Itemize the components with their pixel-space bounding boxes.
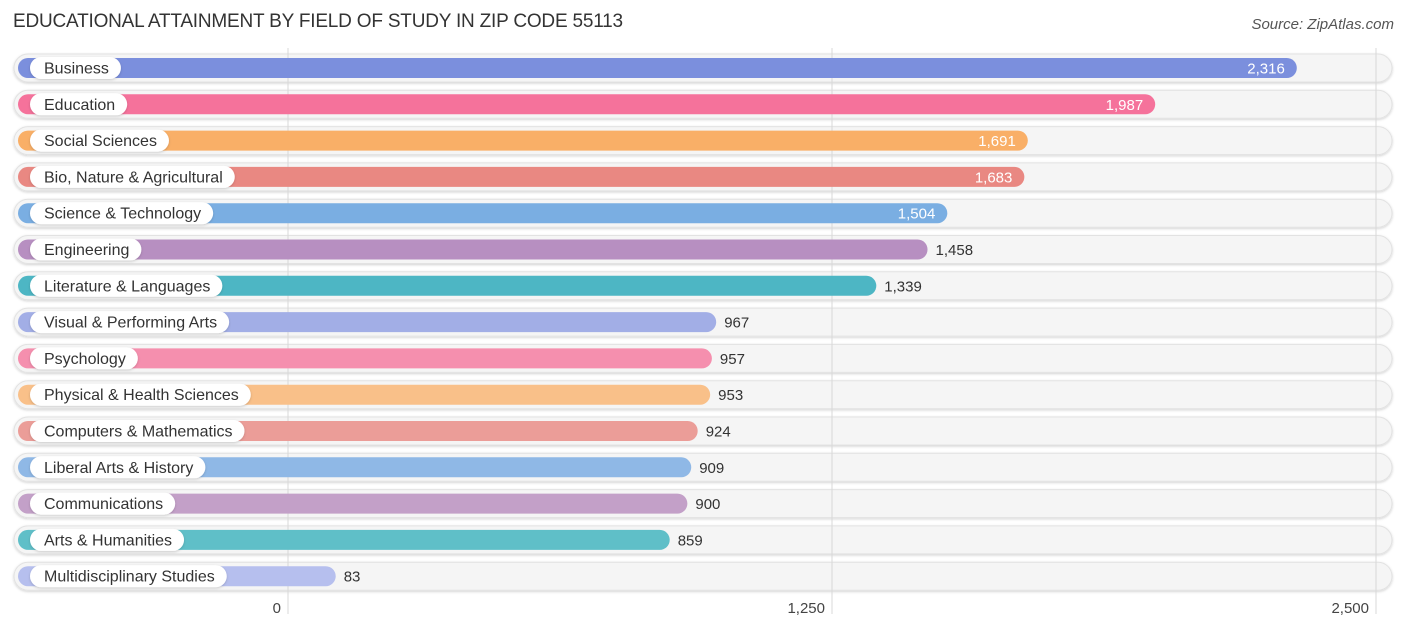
value-label: 957 (720, 351, 745, 368)
value-label: 1,987 (1106, 97, 1144, 114)
value-label: 1,683 (975, 169, 1013, 186)
x-tick-label: 1,250 (787, 600, 825, 617)
bar-row: Arts & Humanities 859 (18, 528, 703, 551)
value-label: 900 (695, 496, 720, 513)
value-label: 83 (344, 569, 361, 586)
category-label: Communications (44, 496, 163, 513)
bar-row: Business 2,316 (18, 57, 1297, 79)
value-label: 924 (706, 424, 731, 441)
category-label: Computers & Mathematics (44, 424, 233, 441)
bar-chart: Business 2,316 Education 1,987 Social Scienc… (13, 48, 1393, 617)
category-label: Multidisciplinary Studies (44, 569, 215, 586)
x-tick-label: 0 (273, 600, 281, 617)
category-label: Education (44, 97, 115, 114)
category-label: Social Sciences (44, 133, 157, 150)
bar-row: Liberal Arts & History 909 (18, 456, 724, 479)
bar-row: Engineering 1,458 (18, 238, 974, 261)
value-label: 1,458 (936, 242, 974, 259)
value-label: 909 (699, 460, 724, 477)
category-label: Literature & Languages (44, 278, 210, 295)
value-label: 859 (678, 532, 703, 549)
value-label: 953 (718, 387, 743, 404)
bar[interactable] (18, 239, 928, 260)
category-label: Bio, Nature & Agricultural (44, 169, 223, 186)
category-label: Physical & Health Sciences (44, 387, 239, 404)
bar-row: Social Sciences 1,691 (18, 129, 1028, 152)
category-label: Liberal Arts & History (44, 460, 193, 477)
bar[interactable] (18, 94, 1156, 115)
category-label: Engineering (44, 242, 129, 259)
bar-row: Visual & Performing Arts 967 (18, 311, 749, 334)
category-label: Visual & Performing Arts (44, 315, 217, 332)
value-label: 2,316 (1247, 61, 1285, 78)
bar-row: Computers & Mathematics 924 (18, 420, 731, 442)
bar-row: Psychology 957 (18, 347, 745, 370)
bar-row: Bio, Nature & Agricultural 1,683 (18, 165, 1025, 188)
bar-row: Physical & Health Sciences 953 (18, 383, 743, 406)
category-label: Business (44, 61, 109, 78)
bar-row: Science & Technology 1,504 (18, 202, 948, 225)
category-label: Science & Technology (44, 206, 201, 223)
x-tick-label: 2,500 (1331, 600, 1369, 617)
bar[interactable] (18, 58, 1297, 78)
value-label: 967 (724, 315, 749, 332)
value-label: 1,504 (898, 206, 936, 223)
value-label: 1,691 (978, 133, 1016, 150)
category-label: Arts & Humanities (44, 532, 172, 549)
bar-row: Communications 900 (18, 492, 720, 515)
bar-row: Education 1,987 (18, 93, 1156, 116)
category-label: Psychology (44, 351, 126, 368)
value-label: 1,339 (884, 278, 922, 295)
bar-row: Literature & Languages 1,339 (18, 274, 922, 297)
bar[interactable] (18, 130, 1028, 151)
bar-row: Multidisciplinary Studies 83 (18, 565, 361, 588)
